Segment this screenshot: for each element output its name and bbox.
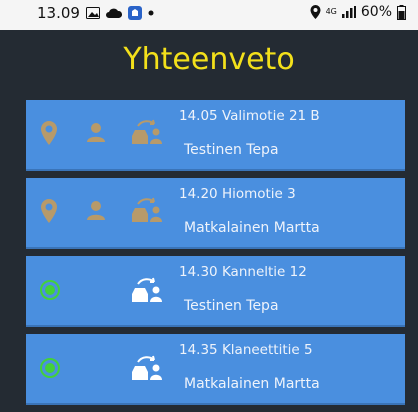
ride-time-address: 14.20 Hiomotie 3 <box>179 186 296 202</box>
signal-icon <box>341 6 356 18</box>
person-icon <box>86 200 106 226</box>
location-pin-icon <box>40 120 58 150</box>
location-icon <box>310 5 321 19</box>
ride-passenger-name: Matkalainen Martta <box>184 220 320 236</box>
battery-icon <box>397 4 406 20</box>
car-pickup-icon <box>130 196 164 228</box>
ride-card[interactable]: 14.20 Hiomotie 3 Matkalainen Martta <box>26 178 405 249</box>
ride-passenger-name: Testinen Tepa <box>184 142 279 158</box>
ride-card[interactable]: 14.35 Klaneettitie 5 Matkalainen Martta <box>26 334 405 405</box>
location-pin-icon <box>40 198 58 228</box>
page-title: Yhteenveto <box>123 42 295 77</box>
status-time: 13.09 <box>37 4 80 22</box>
app-icon <box>127 6 142 20</box>
ride-card[interactable]: 14.30 Kanneltie 12 Testinen Tepa <box>26 256 405 327</box>
ride-passenger-name: Matkalainen Martta <box>184 376 320 392</box>
status-bar: 13.09 4G 60% <box>0 0 418 30</box>
car-pickup-icon <box>130 276 164 308</box>
cloud-icon <box>106 8 122 19</box>
ride-time-address: 14.35 Klaneettitie 5 <box>179 342 313 358</box>
ride-card[interactable]: 14.05 Valimotie 21 B Testinen Tepa <box>26 100 405 171</box>
car-pickup-icon <box>130 118 164 150</box>
ride-time-address: 14.30 Kanneltie 12 <box>179 264 307 280</box>
battery-text: 60% <box>360 4 392 20</box>
image-icon <box>85 7 100 19</box>
ride-passenger-name: Testinen Tepa <box>184 298 279 314</box>
car-pickup-icon <box>130 354 164 386</box>
active-status-icon <box>40 280 60 300</box>
network-type: 4G <box>325 7 337 16</box>
dot-icon <box>148 10 154 16</box>
active-status-icon <box>40 358 60 378</box>
person-icon <box>86 122 106 148</box>
ride-time-address: 14.05 Valimotie 21 B <box>179 108 320 124</box>
